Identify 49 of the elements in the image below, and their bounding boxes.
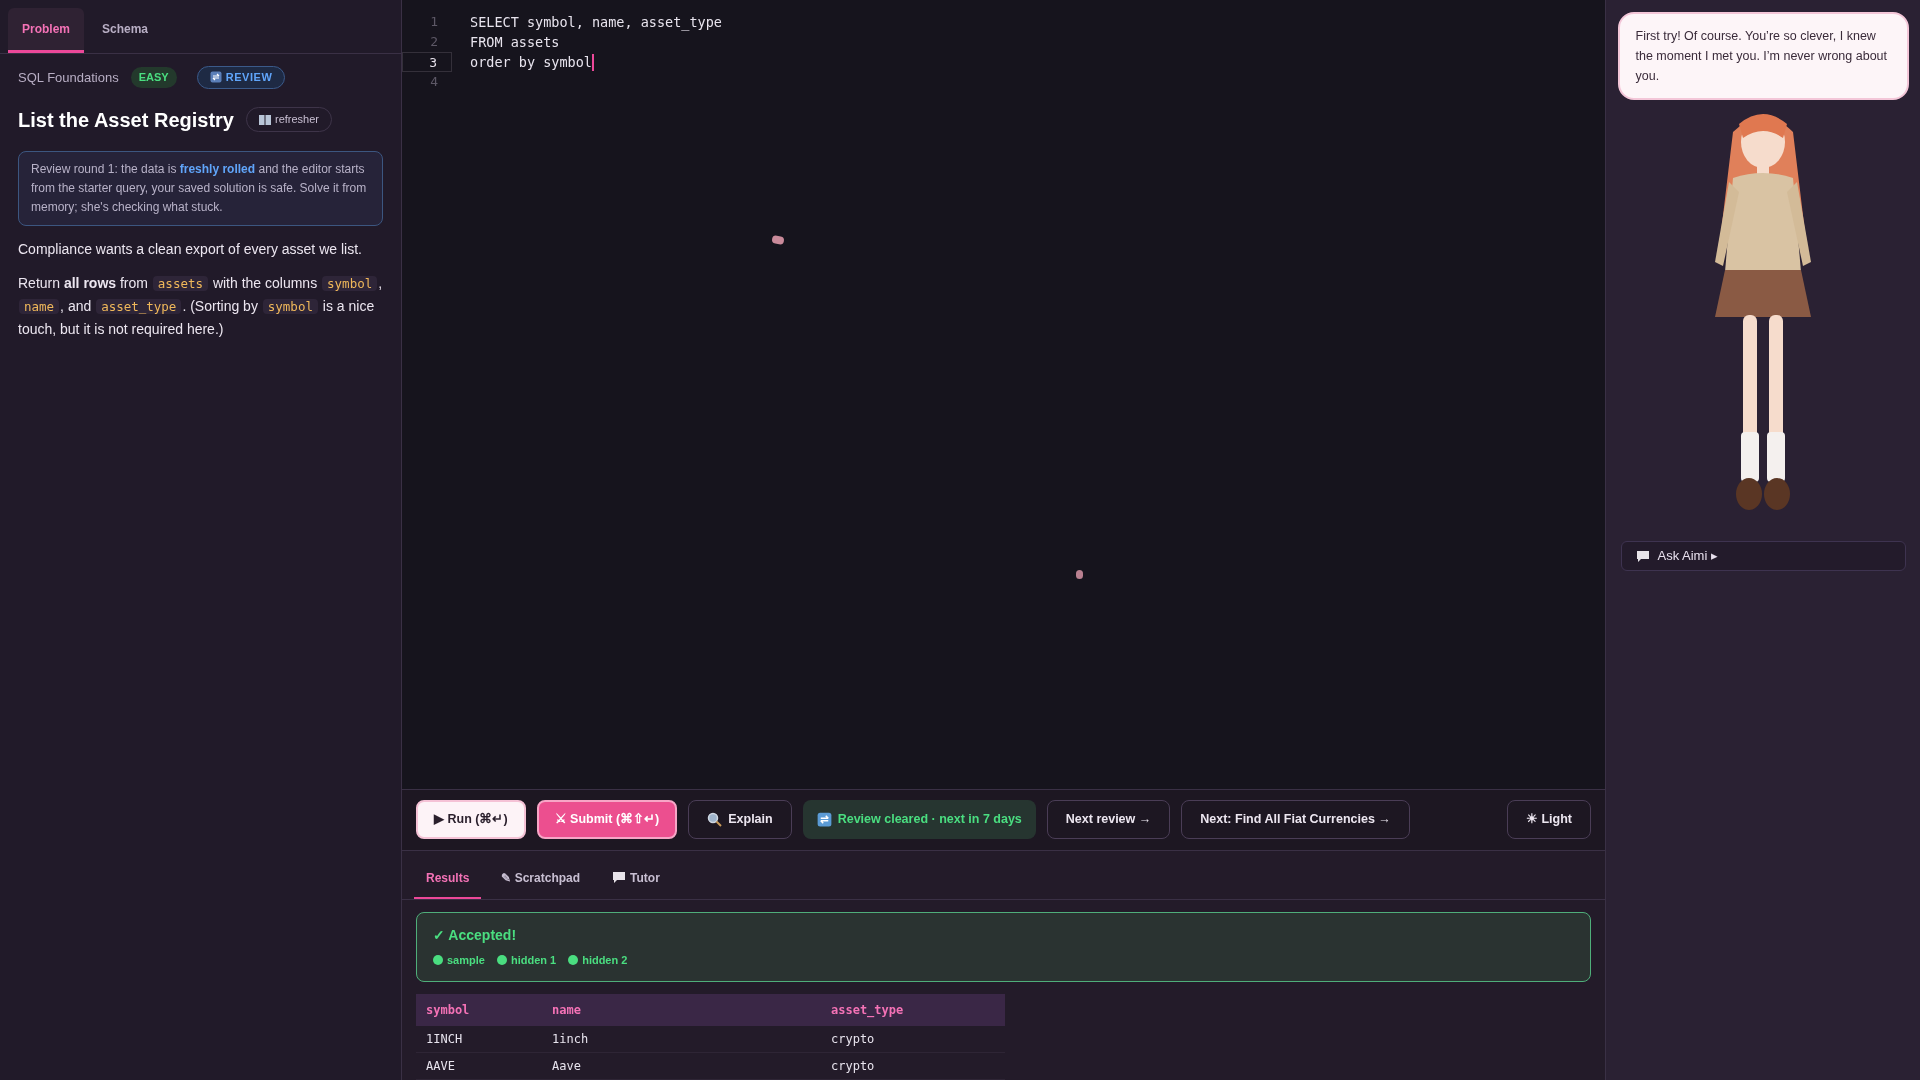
result-tab[interactable]: Tutor — [600, 858, 672, 899]
test-label: sample — [447, 952, 485, 968]
line-number: 3 — [402, 52, 452, 72]
run-button[interactable]: ▶ Run (⌘↵) — [416, 800, 526, 840]
problem-paragraph: Compliance wants a clean export of every asset we list. — [18, 239, 363, 259]
test-label: hidden 1 — [510, 952, 557, 968]
search-icon — [707, 812, 723, 828]
explain-button[interactable]: Explain — [688, 800, 792, 840]
line-number: 2 — [429, 33, 439, 51]
code-line: FROM assets — [470, 32, 560, 52]
difficulty-badge: EASY — [130, 67, 177, 88]
column-header: symbol — [416, 993, 542, 1026]
repeat-icon — [816, 812, 832, 828]
verdict-title: ✓ Accepted! — [433, 925, 518, 945]
ask-button[interactable]: Ask Aimi ▸ — [1620, 541, 1906, 571]
table-cell: AAVE — [416, 1052, 542, 1080]
petal — [1076, 570, 1083, 579]
result-tab[interactable]: Results — [414, 858, 482, 899]
code-line: SELECT symbol, name, asset_type — [470, 12, 722, 33]
table-cell: crypto — [821, 1025, 1005, 1053]
next-button[interactable]: Next: Find All Fiat Currencies → — [1181, 800, 1410, 840]
result-tab[interactable]: ✎ Scratchpad — [489, 858, 593, 899]
test-label: hidden 2 — [582, 952, 628, 968]
line-number: 1 — [429, 13, 439, 31]
review-status: Review cleared · next in 7 days — [802, 800, 1036, 840]
code-line: order by symbol — [470, 52, 592, 72]
text-cursor — [591, 53, 594, 71]
column-header: asset_type — [821, 993, 1005, 1026]
speech-bubble: First try! Of course. You’re so clever, I knew the moment I met you. I’m never wrong about you. — [1617, 12, 1909, 100]
problem-title: List the Asset Registry — [18, 107, 234, 133]
panel-tab[interactable]: Problem — [8, 8, 84, 53]
table-cell: 1inch — [542, 1025, 821, 1053]
column-header: name — [542, 993, 821, 1026]
track-label: SQL Foundations — [18, 68, 119, 87]
book-icon — [259, 114, 271, 125]
review-badge: REVIEW — [196, 66, 286, 89]
next-button[interactable]: Next review → — [1046, 800, 1171, 840]
repeat-icon — [209, 71, 222, 84]
line-number: 4 — [429, 73, 439, 91]
problem-paragraph: Return all rows from assets with the columns symbol , name , and asset_type . (Sorting by symbol is a nice touch, but it is not required here.) — [18, 273, 383, 339]
speech-icon — [1635, 549, 1650, 563]
petal — [771, 234, 785, 246]
panel-tab[interactable]: Schema — [88, 8, 163, 53]
theme-button[interactable]: ☀ Light — [1507, 800, 1591, 840]
review-callout: Review round 1: the data is freshly rolled and the editor starts from the starter query, your saved solution is safe. Solve it from memory; she's checking what stuck. — [18, 150, 383, 226]
speech-icon — [612, 871, 627, 884]
table-cell: 1INCH — [416, 1025, 542, 1053]
table-cell: Aave — [542, 1052, 821, 1080]
table-cell: crypto — [821, 1052, 1005, 1080]
